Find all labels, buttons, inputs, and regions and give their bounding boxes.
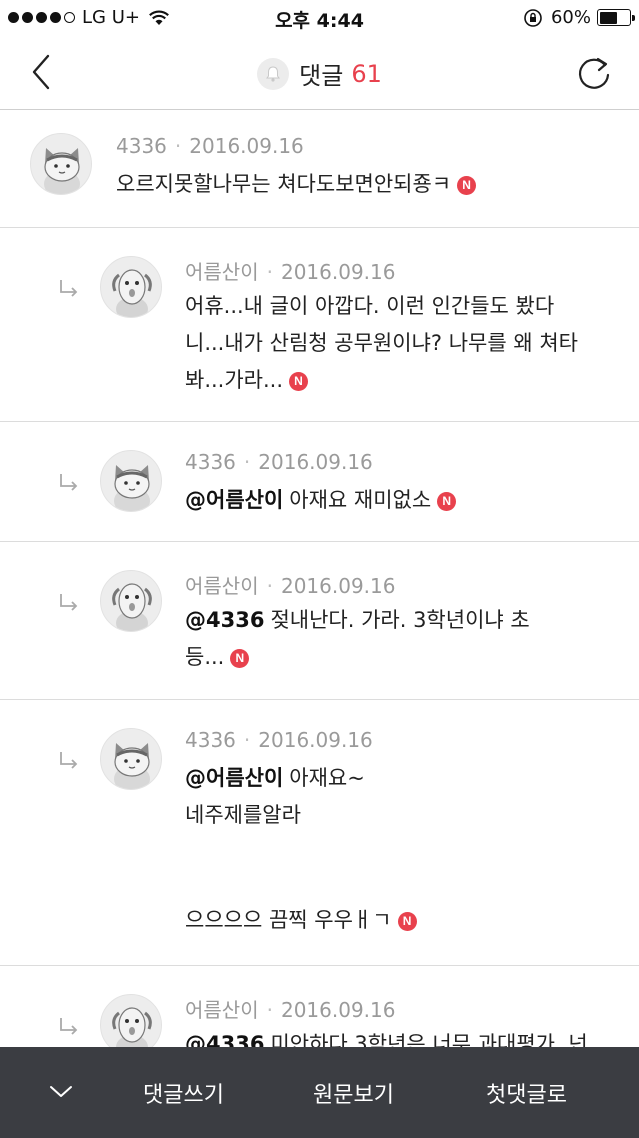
status-bar: LG U+ 오후 4:44 60% xyxy=(0,0,639,36)
reply-item: 4336 · 2016.09.16 @어름산이 아재요 재미없소 N xyxy=(0,422,639,542)
view-original-button[interactable]: 원문보기 xyxy=(313,1077,394,1109)
comment-count: 61 xyxy=(351,59,382,88)
meta-separator: · xyxy=(243,728,251,752)
comment-text: 아재요~ xyxy=(289,766,365,790)
comment-body: @어름산이 아재요~ 네주제를알라 으으으으 끔찍 우우ㅐㄱ N xyxy=(185,760,625,939)
comment-date: 2016.09.16 xyxy=(280,574,396,598)
comment-body: 어휴...내 글이 아깝다. 이런 인간들도 봤다 니...내가 산림청 공무원… xyxy=(185,288,625,399)
comment-line: 네주제를알라 xyxy=(185,803,301,827)
bell-button[interactable] xyxy=(257,57,290,90)
meta-separator: · xyxy=(266,998,273,1022)
comment-text: 봐...가라... xyxy=(185,368,284,392)
comment-meta: 4336 · 2016.09.16 xyxy=(116,134,304,158)
reply-arrow-icon xyxy=(60,1018,78,1035)
battery-fill xyxy=(599,11,617,24)
reply-arrow-icon xyxy=(60,474,78,491)
comment-date: 2016.09.16 xyxy=(189,134,304,158)
comment-text: 오르지못할나무는 쳐다도보면안되죵ㅋ xyxy=(116,172,452,196)
bell-icon xyxy=(266,65,281,82)
comment-date: 2016.09.16 xyxy=(280,260,396,284)
battery-tip xyxy=(632,15,635,21)
comment-author[interactable]: 4336 xyxy=(185,450,236,474)
meta-separator: · xyxy=(266,260,273,284)
meta-separator: · xyxy=(174,134,182,158)
comment-line: @어름산이 아재요 재미없소 N xyxy=(185,482,625,519)
cat-avatar-icon xyxy=(44,148,80,194)
new-badge: N xyxy=(397,912,417,931)
write-comment-button[interactable]: 댓글쓰기 xyxy=(143,1077,224,1109)
comment-meta: 어름산이 · 2016.09.16 xyxy=(185,570,395,599)
status-right: 60% xyxy=(523,7,635,28)
comment-line: 봐...가라... N xyxy=(185,362,625,399)
comment-date: 2016.09.16 xyxy=(280,998,396,1022)
mention-link[interactable]: @4336 xyxy=(185,608,264,632)
meta-separator: · xyxy=(243,450,251,474)
rotation-lock-icon xyxy=(524,8,542,27)
comment-meta: 어름산이 · 2016.09.16 xyxy=(185,256,395,285)
comment-line: 오르지못할나무는 쳐다도보면안되죵ㅋ N xyxy=(116,166,616,203)
comment-line: @4336 젖내난다. 가라. 3학년이냐 초 xyxy=(185,602,625,639)
comment-author[interactable]: 어름산이 xyxy=(185,998,259,1022)
meta-separator: · xyxy=(266,574,273,598)
comment-author[interactable]: 어름산이 xyxy=(185,260,259,284)
refresh-icon[interactable] xyxy=(575,54,613,92)
comment-meta: 4336 · 2016.09.16 xyxy=(185,450,373,474)
comment-text: 젖내난다. 가라. 3학년이냐 초 xyxy=(270,608,530,632)
bottom-toolbar: 댓글쓰기 원문보기 첫댓글로 xyxy=(0,1047,639,1138)
comment-item: 4336 · 2016.09.16 오르지못할나무는 쳐다도보면안되죵ㅋ N xyxy=(0,110,639,228)
comment-line: @어름산이 아재요~ xyxy=(185,760,625,797)
new-badge: N xyxy=(230,649,250,668)
new-badge: N xyxy=(457,176,477,195)
comment-line: 으으으으 끔찍 우우ㅐㄱ N xyxy=(185,902,625,939)
nav-title-group: 댓글 61 xyxy=(0,56,639,91)
battery-icon xyxy=(597,9,635,26)
comment-body: 오르지못할나무는 쳐다도보면안되죵ㅋ N xyxy=(116,166,616,203)
dog-avatar-icon xyxy=(112,269,152,317)
avatar[interactable] xyxy=(100,728,162,790)
reply-item: 어름산이 · 2016.09.16 어휴...내 글이 아깝다. 이런 인간들도 봤… xyxy=(0,228,639,422)
comment-meta: 어름산이 · 2016.09.16 xyxy=(185,994,395,1023)
comment-date: 2016.09.16 xyxy=(258,728,373,752)
new-badge: N xyxy=(289,372,309,391)
comment-body: @어름산이 아재요 재미없소 N xyxy=(185,482,625,519)
reply-arrow-icon xyxy=(60,752,78,769)
avatar[interactable] xyxy=(100,256,162,318)
chevron-down-icon[interactable] xyxy=(48,1081,74,1101)
reply-arrow-icon xyxy=(60,280,78,297)
comment-line: 니...내가 산림청 공무원이냐? 나무를 왜 쳐타 xyxy=(185,331,578,355)
comment-body: @4336 젖내난다. 가라. 3학년이냐 초 등... N xyxy=(185,602,625,676)
comment-author[interactable]: 4336 xyxy=(116,134,167,158)
comment-text: 아재요 재미없소 xyxy=(289,488,432,512)
comment-line: 어휴...내 글이 아깝다. 이런 인간들도 봤다 xyxy=(185,294,555,318)
comment-date: 2016.09.16 xyxy=(258,450,373,474)
new-badge: N xyxy=(437,492,457,511)
comment-text: 등... xyxy=(185,645,225,669)
comment-author[interactable]: 어름산이 xyxy=(185,574,259,598)
cat-avatar-icon xyxy=(114,465,150,511)
comment-author[interactable]: 4336 xyxy=(185,728,236,752)
reply-item: 어름산이 · 2016.09.16 @4336 젖내난다. 가라. 3학년이냐 초 등… xyxy=(0,542,639,700)
first-comment-button[interactable]: 첫댓글로 xyxy=(486,1077,567,1109)
nav-bar: 댓글 61 xyxy=(0,36,639,110)
avatar[interactable] xyxy=(100,450,162,512)
avatar[interactable] xyxy=(30,133,92,195)
reply-item: 4336 · 2016.09.16 @어름산이 아재요~ 네주제를알라 으으으으 끔찍… xyxy=(0,700,639,966)
comment-text: 으으으으 끔찍 우우ㅐㄱ xyxy=(185,908,392,932)
comment-meta: 4336 · 2016.09.16 xyxy=(185,728,373,752)
avatar[interactable] xyxy=(100,570,162,632)
battery-percent: 60% xyxy=(550,7,591,28)
comment-line: 등... N xyxy=(185,639,625,676)
mention-link[interactable]: @어름산이 xyxy=(185,488,283,512)
cat-avatar-icon xyxy=(114,743,150,789)
reply-arrow-icon xyxy=(60,594,78,611)
page-title: 댓글 xyxy=(299,62,344,90)
mention-link[interactable]: @어름산이 xyxy=(185,766,283,790)
dog-avatar-icon xyxy=(112,583,152,631)
